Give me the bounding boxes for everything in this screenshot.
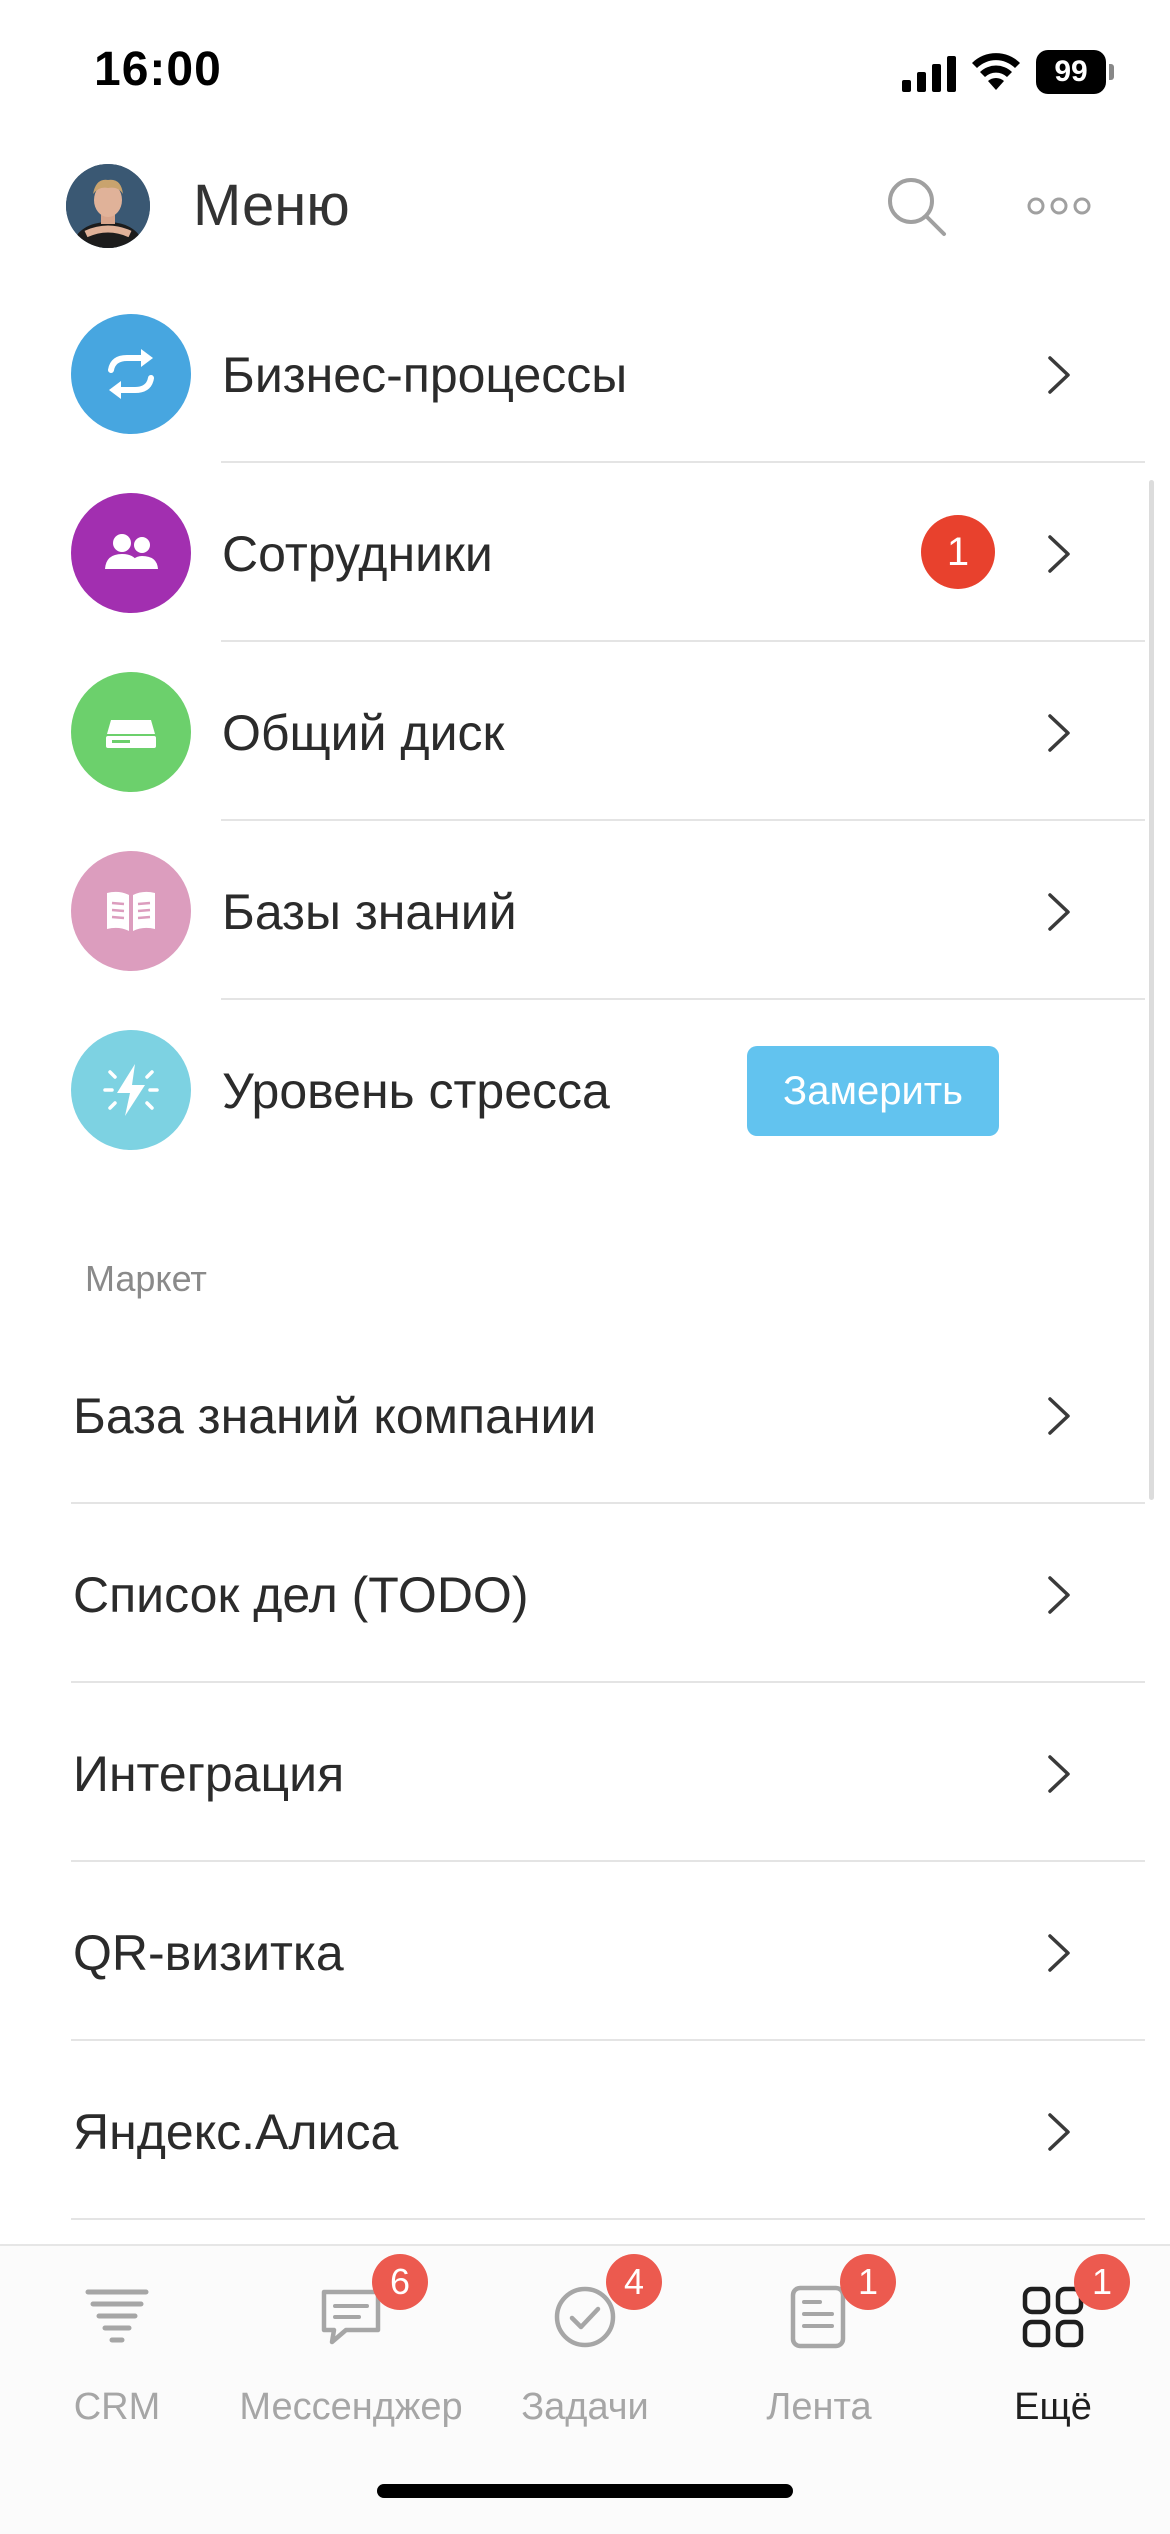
crm-funnel-icon [85, 2289, 149, 2343]
tab-badge: 6 [372, 2254, 428, 2310]
page-title: Меню [193, 173, 350, 238]
tab-badge: 4 [606, 2254, 662, 2310]
home-indicator[interactable] [377, 2484, 793, 2498]
avatar-image [66, 164, 150, 248]
scroll-indicator[interactable] [1149, 480, 1154, 1500]
section-header-market: Маркет [85, 1258, 207, 1299]
menu-item-stress-level[interactable]: Уровень стресса Замерить [0, 1000, 1145, 1179]
menu-item-shared-drive[interactable]: Общий диск [0, 642, 1145, 821]
chevron-right-icon [1048, 2113, 1070, 2151]
status-time: 16:00 [94, 43, 222, 96]
menu-item-label: Базы знаний [222, 884, 517, 940]
market-item-label: База знаний компании [73, 1388, 597, 1444]
tab-messenger[interactable]: 6 Мессенджер [234, 2246, 468, 2446]
tab-badge: 1 [1074, 2254, 1130, 2310]
battery-level: 99 [1036, 50, 1106, 94]
header: Меню [0, 150, 1170, 270]
market-item-integration[interactable]: Интеграция [0, 1683, 1145, 1862]
divider [71, 2218, 1145, 2220]
menu-item-label: Общий диск [222, 705, 505, 761]
tab-label: Ещё [1014, 2386, 1092, 2428]
market-item-label: QR-визитка [73, 1925, 344, 1981]
tab-more[interactable]: 1 Ещё [936, 2246, 1170, 2446]
market-item-label: Яндекс.Алиса [73, 2104, 399, 2160]
tab-feed[interactable]: 1 Лента [702, 2246, 936, 2446]
lightning-icon [71, 1030, 191, 1150]
tab-label: Лента [766, 2386, 872, 2428]
chevron-right-icon [1048, 714, 1070, 752]
book-icon [71, 851, 191, 971]
status-bar: 16:00 99 [0, 0, 1170, 150]
more-icon[interactable] [1026, 190, 1092, 222]
users-icon [71, 493, 191, 613]
avatar[interactable] [66, 164, 150, 248]
menu-item-business-processes[interactable]: Бизнес-процессы [0, 284, 1145, 463]
tab-label: Задачи [521, 2386, 649, 2428]
tab-label: CRM [73, 2386, 161, 2428]
chevron-right-icon [1048, 893, 1070, 931]
chevron-right-icon [1048, 1934, 1070, 1972]
market-item-company-knowledge-base[interactable]: База знаний компании [0, 1325, 1145, 1504]
chevron-right-icon [1048, 1755, 1070, 1793]
market-item-todo-list[interactable]: Список дел (TODO) [0, 1504, 1145, 1683]
notification-badge: 1 [921, 515, 995, 589]
menu-item-label: Сотрудники [222, 526, 493, 582]
chevron-right-icon [1048, 535, 1070, 573]
cellular-signal-icon [902, 56, 956, 92]
menu-item-label: Уровень стресса [222, 1063, 610, 1119]
chevron-right-icon [1048, 1576, 1070, 1614]
market-item-label: Интеграция [73, 1746, 345, 1802]
battery-icon: 99 [1036, 50, 1114, 94]
wifi-icon [972, 53, 1020, 90]
tab-crm[interactable]: CRM [0, 2246, 234, 2446]
menu-item-knowledge-bases[interactable]: Базы знаний [0, 821, 1145, 1000]
chevron-right-icon [1048, 356, 1070, 394]
measure-stress-button[interactable]: Замерить [747, 1046, 999, 1136]
chevron-right-icon [1048, 1397, 1070, 1435]
menu-item-label: Бизнес-процессы [222, 347, 628, 403]
tab-tasks[interactable]: 4 Задачи [468, 2246, 702, 2446]
market-item-label: Список дел (TODO) [73, 1567, 529, 1623]
search-icon[interactable] [884, 174, 948, 238]
menu-item-employees[interactable]: Сотрудники 1 [0, 463, 1145, 642]
tab-badge: 1 [840, 2254, 896, 2310]
tab-label: Мессенджер [239, 2386, 463, 2428]
market-item-yandex-alice[interactable]: Яндекс.Алиса [0, 2041, 1145, 2220]
market-item-qr-card[interactable]: QR-визитка [0, 1862, 1145, 2041]
drive-icon [71, 672, 191, 792]
refresh-arrows-icon [71, 314, 191, 434]
